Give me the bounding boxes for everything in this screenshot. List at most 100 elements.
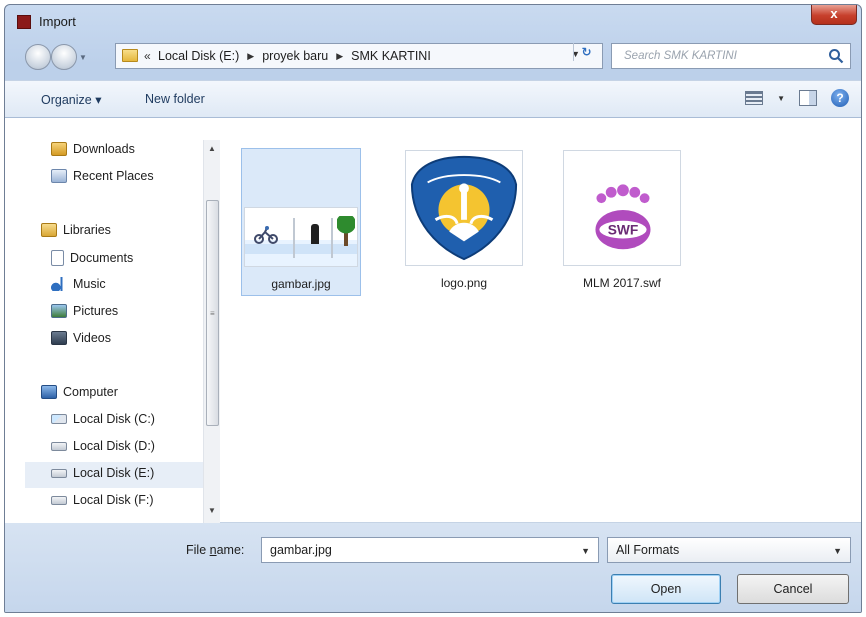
sidebar-item-label: Local Disk (F:) [73, 493, 154, 507]
breadcrumb-item[interactable]: Local Disk (E:) [158, 49, 239, 63]
search-icon[interactable] [828, 48, 844, 64]
sidebar-item-label: Libraries [63, 223, 111, 237]
grip-icon: ≡ [210, 309, 215, 318]
drive-icon [51, 441, 67, 451]
file-type-value: All Formats [616, 543, 680, 557]
file-item-gambar[interactable]: gambar.jpg [241, 148, 361, 296]
view-options-dropdown-icon[interactable]: ▼ [777, 94, 785, 103]
refresh-icon[interactable]: ↻ [573, 43, 599, 61]
view-controls: ▼ ? [745, 89, 849, 107]
file-type-dropdown-icon[interactable]: ▼ [833, 546, 842, 556]
logo-thumbnail [405, 150, 523, 266]
content-area: Downloads Recent Places Libraries Docume… [5, 118, 861, 525]
libraries-icon [41, 223, 57, 237]
sidebar-item-label: Local Disk (C:) [73, 412, 155, 426]
recent-pages-dropdown[interactable]: ▼ [79, 53, 87, 62]
sidebar-item-pictures[interactable]: Pictures [51, 304, 118, 318]
file-item-logo[interactable]: logo.png [403, 148, 525, 296]
swf-badge: SWF [608, 223, 639, 238]
sidebar-item-videos[interactable]: Videos [51, 331, 111, 345]
sidebar-item-local-disk-f[interactable]: Local Disk (F:) [51, 493, 154, 507]
file-name-label: File name: [186, 543, 245, 557]
gambar-thumbnail [244, 207, 358, 267]
file-name-value: gambar.jpg [270, 543, 332, 557]
recent-places-icon [51, 169, 67, 183]
sidebar-scrollbar[interactable]: ▲ ≡ ▼ [203, 140, 220, 525]
cancel-button[interactable]: Cancel [737, 574, 849, 604]
file-type-select[interactable]: All Formats ▼ [607, 537, 851, 563]
app-icon [17, 15, 31, 29]
help-icon[interactable]: ? [831, 89, 849, 107]
change-view-icon[interactable] [745, 91, 764, 105]
sidebar-item-label: Computer [63, 385, 118, 399]
documents-icon [51, 250, 64, 266]
search-placeholder: Search SMK KARTINI [624, 50, 737, 62]
file-name: logo.png [440, 276, 488, 290]
breadcrumb-item[interactable]: proyek baru [262, 49, 328, 63]
sidebar-item-downloads[interactable]: Downloads [51, 142, 135, 156]
breadcrumb-separator-icon[interactable]: ▶ [336, 51, 343, 62]
music-icon [51, 277, 67, 291]
scroll-down-icon[interactable]: ▼ [208, 506, 216, 515]
file-name-input[interactable]: gambar.jpg ▼ [261, 537, 599, 563]
sidebar-item-documents[interactable]: Documents [51, 250, 133, 266]
sidebar-item-local-disk-d[interactable]: Local Disk (D:) [51, 439, 155, 453]
breadcrumb: Local Disk (E:) ▶ proyek baru ▶ SMK KART… [158, 49, 431, 63]
sidebar-item-label: Local Disk (E:) [73, 466, 155, 480]
bicycle-icon [254, 226, 278, 244]
swf-thumbnail: SWF [563, 150, 681, 266]
new-folder-button[interactable]: New folder [145, 92, 205, 106]
sidebar-item-music[interactable]: Music [51, 277, 106, 291]
preview-pane-icon[interactable] [799, 90, 817, 106]
post-shape [293, 218, 295, 258]
breadcrumb-separator-icon[interactable]: ▶ [247, 51, 254, 62]
back-button[interactable] [25, 44, 51, 70]
plant-figure [337, 216, 355, 246]
flash-file-icon: SWF [595, 184, 651, 250]
sidebar-item-label: Local Disk (D:) [73, 439, 155, 453]
person-figure [311, 224, 319, 244]
sidebar-item-recent-places[interactable]: Recent Places [51, 169, 154, 183]
videos-icon [51, 331, 67, 345]
sidebar-item-local-disk-e[interactable]: Local Disk (E:) [51, 466, 154, 480]
tut-wuri-handayani-logo [410, 155, 518, 261]
computer-icon [41, 385, 57, 399]
address-row: ▼ « Local Disk (E:) ▶ proyek baru ▶ SMK … [5, 39, 861, 75]
post-shape [331, 218, 333, 258]
pictures-icon [51, 304, 67, 318]
sidebar-item-label: Videos [73, 331, 111, 345]
downloads-icon [51, 142, 67, 156]
file-name: gambar.jpg [271, 277, 331, 291]
command-bar: Organize ▾ New folder ▼ ? [5, 80, 861, 118]
import-dialog: Import x ▼ « Local Disk (E:) ▶ proyek ba… [4, 4, 862, 613]
sidebar-item-local-disk-c[interactable]: Local Disk (C:) [51, 412, 155, 426]
system-drive-icon [51, 414, 67, 424]
scroll-up-icon[interactable]: ▲ [208, 144, 216, 153]
organize-menu[interactable]: Organize ▾ [41, 92, 101, 107]
open-button[interactable]: Open [611, 574, 721, 604]
window-title: Import [39, 14, 76, 29]
file-name-dropdown-icon[interactable]: ▼ [581, 546, 590, 556]
folder-icon [122, 49, 138, 62]
close-button[interactable]: x [811, 5, 857, 25]
sidebar-item-computer[interactable]: Computer [41, 385, 118, 399]
sidebar-item-label: Music [73, 277, 106, 291]
scrollbar-thumb[interactable]: ≡ [206, 200, 219, 426]
overflow-chevron[interactable]: « [144, 49, 151, 63]
navigation-pane: Downloads Recent Places Libraries Docume… [5, 118, 220, 525]
breadcrumb-item[interactable]: SMK KARTINI [351, 49, 431, 63]
drive-icon [51, 468, 67, 478]
file-name: MLM 2017.swf [582, 276, 662, 290]
forward-button[interactable] [51, 44, 77, 70]
sidebar-item-libraries[interactable]: Libraries [41, 223, 111, 237]
title-bar[interactable]: Import x [5, 5, 861, 35]
sidebar-item-label: Pictures [73, 304, 119, 318]
address-bar[interactable]: « Local Disk (E:) ▶ proyek baru ▶ SMK KA… [115, 43, 603, 69]
sidebar-item-label: Downloads [73, 142, 135, 156]
sidebar-item-label: Documents [70, 251, 134, 265]
file-item-mlm[interactable]: SWF MLM 2017.swf [561, 148, 683, 296]
file-selection-bar: File name: gambar.jpg ▼ All Formats ▼ Op… [5, 523, 861, 612]
drive-icon [51, 495, 67, 505]
sidebar-item-label: Recent Places [73, 169, 154, 183]
search-input[interactable]: Search SMK KARTINI [611, 43, 851, 69]
